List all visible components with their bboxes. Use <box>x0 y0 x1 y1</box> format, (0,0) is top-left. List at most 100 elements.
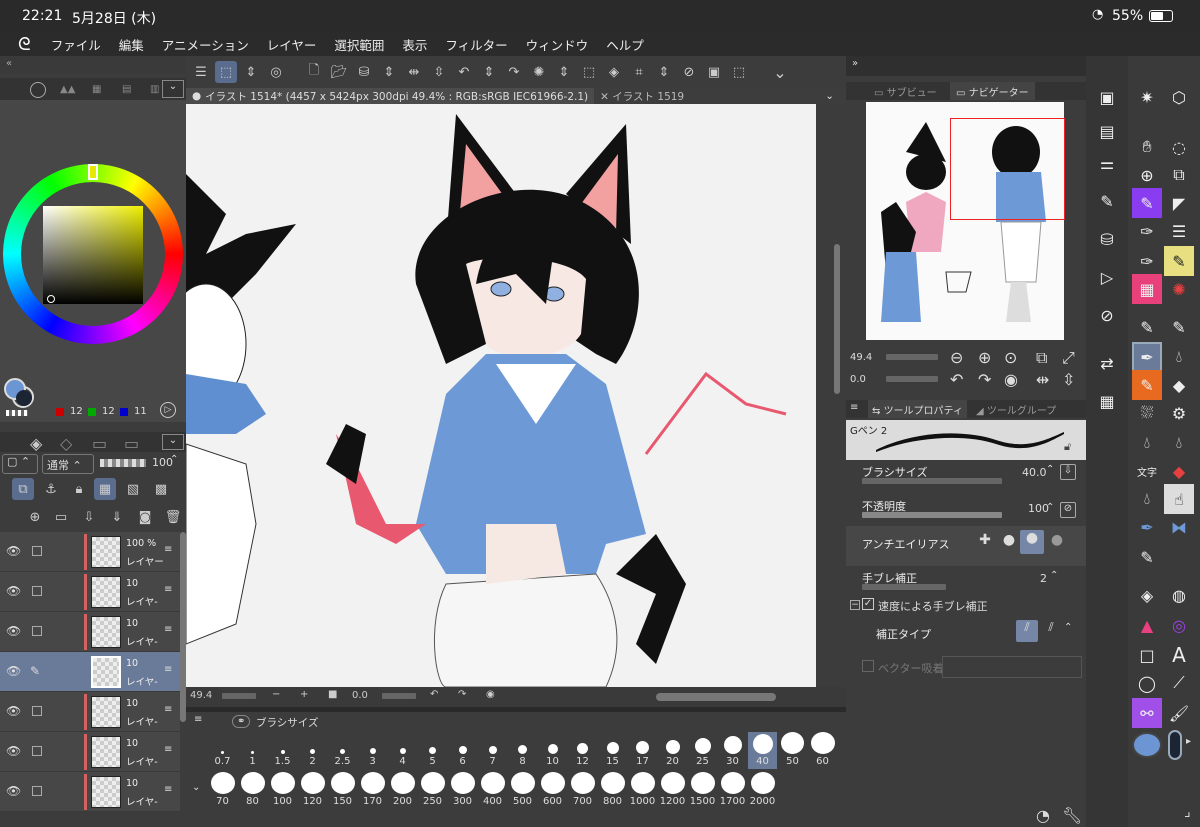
menu-selection[interactable]: 選択範囲 <box>334 35 384 54</box>
gear-blend-icon[interactable]: ⚙ <box>1164 398 1194 428</box>
navigator-preview[interactable] <box>866 102 1065 340</box>
undo-icon[interactable]: ↶ <box>453 61 475 83</box>
flip-vertical-icon[interactable]: ⇳ <box>428 61 450 83</box>
hamburger-menu-icon[interactable]: ☰ <box>190 61 212 83</box>
brush-size-preset[interactable]: 0.7 <box>208 732 237 769</box>
lock-icon[interactable]: 🔒︎ <box>68 478 90 500</box>
layer-property-panel-icon[interactable]: ▤ <box>1092 116 1122 146</box>
next-icon[interactable]: ▷ <box>160 402 176 418</box>
nav-actual-size-icon[interactable]: ⧉ <box>1036 348 1047 368</box>
layer-row[interactable]: 👁︎ 10 レイヤ- ≡ <box>0 692 180 732</box>
layer-checkbox[interactable] <box>32 546 42 556</box>
calendar-panel-icon[interactable]: ▦ <box>1092 386 1122 416</box>
menu-edit[interactable]: 編集 <box>119 35 144 54</box>
flip-horizontal-icon[interactable]: ⇹ <box>403 61 425 83</box>
layer-comp-tab-icon[interactable]: ▭ <box>124 434 139 453</box>
color-set-tab-icon[interactable]: ▦ <box>92 84 101 95</box>
hue-cursor[interactable] <box>88 164 98 180</box>
app-logo-icon[interactable]: ᘓ <box>18 34 31 55</box>
red-diamond-icon[interactable]: ◆ <box>1164 456 1194 486</box>
eye-icon[interactable]: 👁︎ <box>6 544 21 558</box>
up-down-icon[interactable]: ⇕ <box>240 61 262 83</box>
mask-enable-icon[interactable]: ▧ <box>122 478 144 500</box>
correction-type-a-icon[interactable]: ⫽ <box>1016 620 1038 642</box>
blend-drop-icon[interactable]: 💧︎ <box>1132 428 1162 458</box>
resize-corner-icon[interactable]: ⌟ <box>1184 804 1191 820</box>
drop3-icon[interactable]: 💧︎ <box>1132 484 1162 514</box>
merge-down-icon[interactable]: ⇓ <box>106 506 128 528</box>
hand-icon[interactable]: ✋︎ <box>1132 132 1162 162</box>
tab-other[interactable]: ✕ イラスト 1519 <box>594 89 690 104</box>
brush-size-preset[interactable]: 1500 <box>688 772 717 809</box>
drag-handle-icon[interactable]: ≡ <box>164 544 172 555</box>
collapse-right-icon[interactable]: » <box>852 58 858 69</box>
drag-handle-icon[interactable]: ≡ <box>164 624 172 635</box>
nav-fit-icon[interactable]: ⊙ <box>1004 348 1017 367</box>
pen-icon[interactable]: ✎ <box>1132 312 1162 342</box>
canvas-vertical-scrollbar[interactable] <box>834 244 840 394</box>
drag-handle-icon[interactable]: ≡ <box>164 784 172 795</box>
reset-rotate-icon[interactable]: ◉ <box>486 689 495 700</box>
open-folder-icon[interactable]: 📂︎ <box>328 61 350 83</box>
blue-puzzle-icon[interactable]: ⧓ <box>1164 512 1194 542</box>
color-wheel-tab-icon[interactable] <box>30 82 46 98</box>
brush-size-preset[interactable]: 1 <box>238 732 267 769</box>
brush-size-stepper[interactable]: ⌃ <box>1046 464 1054 475</box>
brush-size-preset[interactable]: 300 <box>448 772 477 809</box>
brush-size-preset[interactable]: 800 <box>598 772 627 809</box>
cake-icon[interactable]: ▲ <box>1132 610 1162 640</box>
layer-checkbox[interactable] <box>32 786 42 796</box>
menu-layer[interactable]: レイヤー <box>267 35 317 54</box>
intermediate-color-tab-icon[interactable]: ▤ <box>122 84 131 95</box>
vector-snap-options[interactable] <box>942 656 1082 678</box>
brush-size-preset[interactable]: 5 <box>418 732 447 769</box>
transform-chevron-icon[interactable]: ⇕ <box>653 61 675 83</box>
loading-icon[interactable]: ✺ <box>528 61 550 83</box>
brush-size-preset[interactable]: 70 <box>208 772 237 809</box>
animation-panel-icon[interactable]: ▷ <box>1092 262 1122 292</box>
transfer-down-icon[interactable]: ⇩ <box>78 506 100 528</box>
text-vertical-icon[interactable]: 文字 <box>1132 456 1162 486</box>
brush-size-preset[interactable]: 40 <box>748 732 777 769</box>
panel-menu-icon[interactable]: ⌄ <box>162 80 184 98</box>
panel-grip-icon[interactable]: ≡ <box>194 714 202 725</box>
brush-lock-icon[interactable]: 🔓︎ <box>1064 440 1071 454</box>
opacity-slider[interactable] <box>100 459 146 467</box>
brush-size-slider[interactable] <box>862 478 1002 484</box>
brush-size-preset[interactable]: 8 <box>508 732 537 769</box>
nav-rotate-left-icon[interactable]: ↶ <box>950 370 963 389</box>
lasso-icon[interactable]: ◌ <box>1164 132 1194 162</box>
eye-icon[interactable]: 👁︎ <box>6 744 21 758</box>
brush-size-preset[interactable]: 15 <box>598 732 627 769</box>
cursor-hand-icon[interactable]: ☝︎ <box>1164 484 1194 514</box>
correction-type-b-icon[interactable]: ⫽ <box>1040 620 1062 642</box>
layer-mask-select[interactable]: ▢ ⌃ <box>2 454 38 474</box>
chevron-icon[interactable]: ⇕ <box>553 61 575 83</box>
tab-subview[interactable]: ▭ サブビュー <box>874 84 937 99</box>
pressure-icon[interactable]: ⇩ <box>1060 464 1076 480</box>
brush-size-preset[interactable]: 1200 <box>658 772 687 809</box>
lock-transparency-icon[interactable]: ▦ <box>94 478 116 500</box>
menu-filter[interactable]: フィルター <box>445 35 507 54</box>
stabilization-stepper[interactable]: ⌃ <box>1050 570 1058 581</box>
menu-animation[interactable]: アニメーション <box>162 35 249 54</box>
material-panel-icon[interactable]: ⛁ <box>1092 224 1122 254</box>
brush-size-preset[interactable]: 1000 <box>628 772 657 809</box>
modify-icon[interactable]: ⬚ <box>215 61 237 83</box>
rotate-right-icon[interactable]: ↷ <box>458 689 466 700</box>
brush-size-preset[interactable]: 4 <box>388 732 417 769</box>
tab-tool-property[interactable]: ⇆ ツールプロパティ <box>868 400 967 418</box>
layer-search-tab-icon[interactable]: ▭ <box>92 434 107 453</box>
nav-reset-icon[interactable]: ◉ <box>1004 370 1018 389</box>
brush-size-preset[interactable]: 1700 <box>718 772 747 809</box>
tool-property-grip-icon[interactable]: ≡ <box>850 402 858 413</box>
pink-tool-icon[interactable]: ▦ <box>1132 274 1162 304</box>
sponge-icon[interactable]: ◍ <box>1164 580 1194 610</box>
menu-window[interactable]: ウィンドウ <box>526 35 589 54</box>
brush-size-preset[interactable]: 25 <box>688 732 717 769</box>
saturation-value-square[interactable] <box>43 206 143 304</box>
collapse-left-icon[interactable]: « <box>6 58 12 69</box>
collapse-box-icon[interactable]: − <box>850 600 860 610</box>
main-color-indicator[interactable] <box>1132 732 1162 758</box>
brush-size-preset[interactable]: 6 <box>448 732 477 769</box>
